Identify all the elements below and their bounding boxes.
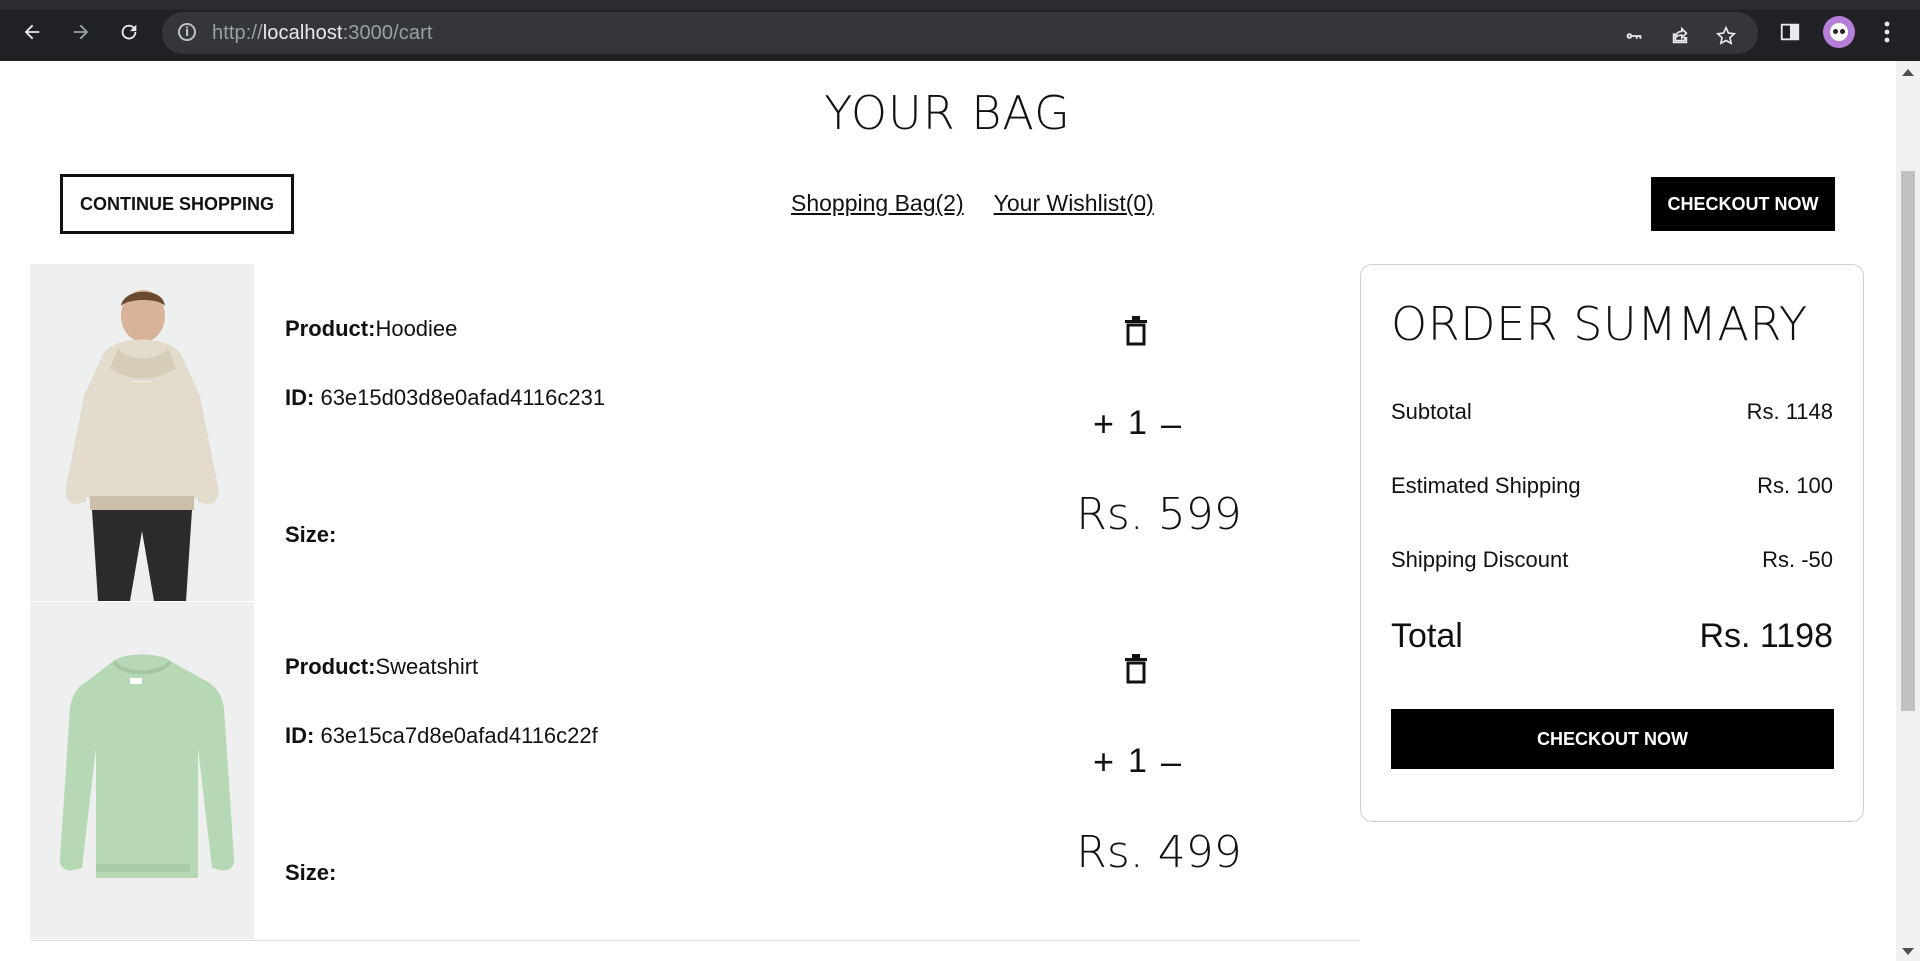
qty-minus-button[interactable]: – — [1161, 743, 1181, 780]
quantity-stepper: + 1 – — [1093, 742, 1181, 781]
discount-row: Shipping Discount Rs. -50 — [1391, 547, 1833, 573]
discount-label: Shipping Discount — [1391, 547, 1569, 572]
subtotal-label: Subtotal — [1391, 399, 1472, 424]
trash-icon[interactable] — [1124, 654, 1148, 684]
id-label: ID: — [285, 385, 315, 410]
reload-icon[interactable] — [111, 14, 147, 50]
product-name: Product:Hoodiee — [285, 316, 457, 342]
forward-icon[interactable] — [63, 14, 99, 50]
svg-text:~~~: ~~~ — [132, 377, 152, 386]
shopping-bag-link[interactable]: Shopping Bag(2) — [791, 190, 964, 217]
subtotal-value: Rs. 1148 — [1746, 399, 1833, 424]
url-prefix: http:// — [212, 22, 263, 44]
total-label: Total — [1391, 617, 1463, 655]
scroll-up-arrow-icon[interactable] — [1902, 69, 1914, 76]
product-label: Product: — [285, 316, 376, 341]
shipping-row: Estimated Shipping Rs. 100 — [1391, 473, 1833, 499]
share-icon[interactable] — [1668, 24, 1692, 48]
product-size: Size: — [285, 522, 336, 548]
size-label: Size: — [285, 522, 337, 547]
qty-plus-button[interactable]: + — [1093, 743, 1114, 780]
order-summary-panel: ORDER SUMMARY Subtotal Rs. 1148 Estimate… — [1360, 264, 1864, 822]
profile-avatar-icon[interactable] — [1823, 16, 1855, 48]
divider — [30, 940, 1360, 941]
quantity-value: 1 — [1128, 404, 1147, 442]
id-label: ID: — [285, 723, 315, 748]
key-icon[interactable] — [1622, 24, 1646, 48]
checkout-now-button[interactable]: CHECKOUT NOW — [1391, 709, 1834, 769]
size-label: Size: — [285, 860, 337, 885]
trash-icon[interactable] — [1124, 316, 1148, 346]
browser-toolbar: i http://localhost:3000/cart — [0, 0, 1920, 61]
subtotal-row: Subtotal Rs. 1148 — [1391, 399, 1833, 425]
address-bar[interactable]: i http://localhost:3000/cart — [162, 12, 1758, 54]
product-id: ID: 63e15ca7d8e0afad4116c22f — [285, 723, 598, 749]
scrollbar-thumb[interactable] — [1901, 171, 1915, 711]
url-path: :3000/cart — [342, 22, 433, 44]
back-icon[interactable] — [14, 14, 50, 50]
shipping-label: Estimated Shipping — [1391, 473, 1581, 498]
url-host: localhost — [262, 22, 343, 44]
wishlist-link[interactable]: Your Wishlist(0) — [994, 190, 1154, 217]
star-icon[interactable] — [1714, 24, 1738, 48]
side-panel-icon[interactable] — [1772, 14, 1808, 50]
url-text[interactable]: http://localhost:3000/cart — [212, 22, 433, 45]
id-value: 63e15d03d8e0afad4116c231 — [320, 385, 606, 410]
product-id: ID: 63e15d03d8e0afad4116c231 — [285, 385, 605, 411]
total-row: Total Rs. 1198 — [1391, 617, 1833, 656]
scroll-down-arrow-icon[interactable] — [1902, 948, 1914, 955]
order-summary-title: ORDER SUMMARY — [1391, 297, 1808, 351]
quantity-value: 1 — [1128, 742, 1147, 780]
checkout-now-top-button[interactable]: CHECKOUT NOW — [1651, 177, 1835, 231]
product-price: Rs. 499 — [1076, 827, 1242, 878]
qty-plus-button[interactable]: + — [1093, 405, 1114, 442]
total-value: Rs. 1198 — [1699, 617, 1833, 655]
product-image — [30, 602, 254, 939]
continue-shopping-button[interactable]: CONTINUE SHOPPING — [60, 174, 294, 234]
id-value: 63e15ca7d8e0afad4116c22f — [320, 723, 598, 748]
more-vertical-icon[interactable] — [1869, 14, 1905, 50]
shipping-value: Rs. 100 — [1757, 473, 1833, 498]
cart-item: Product:Sweatshirt ID: 63e15ca7d8e0afad4… — [30, 602, 1360, 939]
site-info-icon[interactable]: i — [178, 23, 196, 41]
product-image: ~~~ — [30, 264, 254, 601]
cart-item: ~~~ Product:Hoodiee ID: 63e15d03d8e0afad… — [30, 264, 1360, 601]
product-name-value: Hoodiee — [375, 316, 458, 341]
page-title: YOUR BAG — [824, 86, 1071, 140]
bag-links: Shopping Bag(2) Your Wishlist(0) — [791, 190, 1154, 217]
product-size: Size: — [285, 860, 336, 886]
product-label: Product: — [285, 654, 376, 679]
page-scrollbar[interactable] — [1896, 61, 1920, 961]
product-name: Product:Sweatshirt — [285, 654, 478, 680]
tab-strip — [0, 0, 1920, 10]
discount-value: Rs. -50 — [1762, 547, 1833, 572]
product-price: Rs. 599 — [1076, 489, 1242, 540]
qty-minus-button[interactable]: – — [1161, 405, 1181, 442]
quantity-stepper: + 1 – — [1093, 404, 1181, 443]
product-name-value: Sweatshirt — [375, 654, 479, 679]
